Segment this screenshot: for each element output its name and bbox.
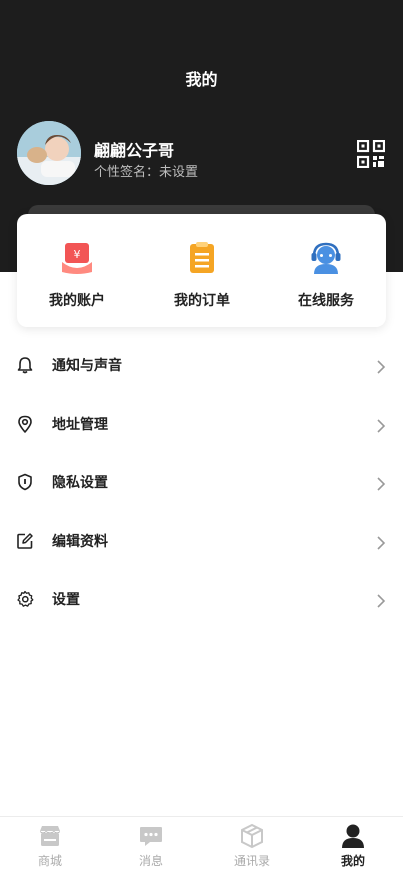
location-pin-icon <box>16 415 34 433</box>
tab-label: 我的 <box>340 854 365 868</box>
quick-actions-card: ¥ 我的账户 我的订单 在线服务 <box>17 214 386 327</box>
avatar[interactable] <box>17 121 81 185</box>
menu-item-settings[interactable]: 设置 <box>0 570 403 629</box>
customer-service-icon <box>308 240 344 276</box>
shop-icon <box>37 823 63 849</box>
chevron-right-icon <box>376 593 386 608</box>
user-icon <box>340 823 366 849</box>
clipboard-icon <box>184 240 220 276</box>
shield-icon <box>16 473 34 491</box>
online-service-label: 在线服务 <box>298 293 354 309</box>
contacts-icon <box>239 823 265 849</box>
tab-me[interactable]: 我的 <box>303 817 403 879</box>
menu-item-edit-profile[interactable]: 编辑资料 <box>0 512 403 571</box>
menu-item-label: 地址管理 <box>52 416 108 433</box>
menu-item-privacy[interactable]: 隐私设置 <box>0 453 403 512</box>
tab-contacts[interactable]: 通讯录 <box>202 817 302 879</box>
my-orders-button[interactable]: 我的订单 <box>152 240 252 310</box>
signature: 个性签名：未设置 <box>94 165 199 180</box>
chevron-right-icon <box>376 359 386 374</box>
my-orders-label: 我的订单 <box>174 293 230 309</box>
chevron-right-icon <box>376 476 386 491</box>
username: 翩翩公子哥 <box>94 141 175 160</box>
chevron-right-icon <box>376 535 386 550</box>
message-icon <box>138 823 164 849</box>
menu-item-label: 编辑资料 <box>52 533 108 550</box>
tab-label: 商城 <box>37 854 62 868</box>
tab-label: 通讯录 <box>233 854 270 868</box>
chevron-right-icon <box>376 418 386 433</box>
bell-icon <box>16 356 34 374</box>
wallet-icon: ¥ <box>59 240 95 276</box>
my-account-button[interactable]: ¥ 我的账户 <box>27 240 127 310</box>
menu-item-label: 设置 <box>52 592 80 608</box>
edit-icon <box>16 532 34 550</box>
menu-item-address[interactable]: 地址管理 <box>0 395 403 454</box>
tab-messages[interactable]: 消息 <box>101 817 201 879</box>
tab-shop[interactable]: 商城 <box>0 817 100 879</box>
online-service-button[interactable]: 在线服务 <box>276 240 376 310</box>
tab-label: 消息 <box>138 854 163 868</box>
menu-item-label: 隐私设置 <box>52 475 108 491</box>
menu-item-label: 通知与声音 <box>52 358 122 374</box>
menu-item-notifications[interactable]: 通知与声音 <box>0 336 403 395</box>
my-account-label: 我的账户 <box>49 293 105 309</box>
gear-icon <box>16 590 34 608</box>
page-title: 我的 <box>185 70 218 89</box>
bottom-tab-bar: 商城 消息 通讯录 我的 <box>0 816 403 879</box>
qr-code-icon[interactable] <box>356 139 386 169</box>
settings-menu: 通知与声音 地址管理 隐私设置 编辑资料 设置 <box>0 336 403 629</box>
svg-text:¥: ¥ <box>74 248 81 261</box>
